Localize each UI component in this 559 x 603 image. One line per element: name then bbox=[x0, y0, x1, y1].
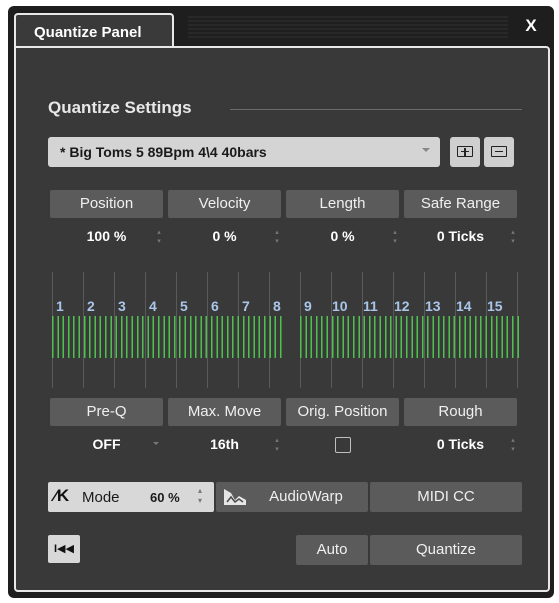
quantize-grid[interactable]: 1 2 3 4 5 6 7 8 9 10 11 12 13 14 15 bbox=[48, 272, 524, 388]
quantize-hits-left bbox=[52, 316, 284, 358]
grid-number-6: 6 bbox=[211, 298, 219, 314]
grid-number-9: 9 bbox=[304, 298, 312, 314]
grid-number-13: 13 bbox=[425, 298, 441, 314]
safe-range-value[interactable]: 0 Ticks ▴ ▾ bbox=[404, 228, 517, 248]
pre-q-dropdown[interactable]: OFF bbox=[50, 436, 163, 456]
grid-number-4: 4 bbox=[149, 298, 157, 314]
position-label: Position bbox=[50, 190, 163, 218]
orig-position-checkbox[interactable] bbox=[335, 437, 351, 453]
window-title-tab[interactable]: Quantize Panel bbox=[14, 13, 174, 49]
auto-button[interactable]: Auto bbox=[296, 535, 368, 565]
rewind-icon: I◀◀ bbox=[54, 543, 74, 555]
preset-save-icon bbox=[457, 146, 473, 157]
audiowarp-label: AudioWarp bbox=[269, 488, 343, 505]
length-label: Length bbox=[286, 190, 399, 218]
grid-number-12: 12 bbox=[394, 298, 410, 314]
grid-number-10: 10 bbox=[332, 298, 348, 314]
grid-number-1: 1 bbox=[56, 298, 64, 314]
spin-arrows-icon[interactable]: ▴ ▾ bbox=[273, 228, 281, 248]
mode-value[interactable]: 60 % bbox=[150, 490, 180, 505]
preset-delete-icon bbox=[491, 146, 507, 157]
spin-arrows-icon[interactable]: ▴ ▾ bbox=[509, 228, 517, 248]
velocity-value[interactable]: 0 % ▴ ▾ bbox=[168, 228, 281, 248]
quantize-panel: Quantize Settings * Big Toms 5 89Bpm 4\4… bbox=[14, 46, 550, 592]
rough-value-text: 0 Ticks bbox=[436, 436, 485, 452]
pre-q-value: OFF bbox=[92, 436, 121, 452]
preset-selector[interactable]: * Big Toms 5 89Bpm 4\4 40bars bbox=[48, 137, 440, 167]
max-move-label: Max. Move bbox=[168, 398, 281, 426]
title-bar: Quantize Panel X bbox=[8, 6, 554, 49]
velocity-value-text: 0 % bbox=[212, 228, 237, 244]
chevron-down-icon bbox=[422, 148, 430, 152]
iterative-mode-control[interactable]: ⁄K Mode 60 % ▴ ▾ bbox=[48, 482, 214, 512]
position-value[interactable]: 100 % ▴ ▾ bbox=[50, 228, 163, 248]
mode-label: Mode bbox=[82, 489, 120, 506]
quantize-panel-window: Quantize Panel X Quantize Settings * Big… bbox=[8, 6, 554, 598]
preset-save-button[interactable] bbox=[450, 137, 480, 167]
iterative-quantize-icon[interactable]: ⁄K bbox=[54, 486, 76, 508]
quantize-button[interactable]: Quantize bbox=[370, 535, 522, 565]
preset-value: * Big Toms 5 89Bpm 4\4 40bars bbox=[60, 144, 267, 160]
grid-number-8: 8 bbox=[273, 298, 281, 314]
safe-range-label: Safe Range bbox=[404, 190, 517, 218]
midi-cc-button[interactable]: MIDI CC bbox=[370, 482, 522, 512]
spin-arrows-icon[interactable]: ▴ ▾ bbox=[391, 228, 399, 248]
grid-number-7: 7 bbox=[242, 298, 250, 314]
grid-number-15: 15 bbox=[487, 298, 503, 314]
safe-range-value-text: 0 Ticks bbox=[436, 228, 485, 244]
title-bar-grip[interactable] bbox=[188, 16, 508, 38]
max-move-value-text: 16th bbox=[210, 436, 239, 452]
grid-number-11: 11 bbox=[363, 298, 378, 314]
spin-arrows-icon[interactable]: ▴ ▾ bbox=[273, 436, 281, 456]
audiowarp-icon bbox=[224, 489, 246, 505]
max-move-value[interactable]: 16th ▴ ▾ bbox=[168, 436, 281, 456]
grid-number-5: 5 bbox=[180, 298, 188, 314]
pre-q-label: Pre-Q bbox=[50, 398, 163, 426]
quantize-hits-right bbox=[300, 316, 522, 358]
rough-label: Rough bbox=[404, 398, 517, 426]
grid-number-2: 2 bbox=[87, 298, 95, 314]
spin-arrows-icon[interactable]: ▴ ▾ bbox=[155, 228, 163, 248]
orig-position-label: Orig. Position bbox=[286, 398, 399, 426]
length-value-text: 0 % bbox=[330, 228, 355, 244]
rewind-button[interactable]: I◀◀ bbox=[48, 535, 80, 563]
position-value-text: 100 % bbox=[86, 228, 127, 244]
grid-number-3: 3 bbox=[118, 298, 126, 314]
preset-delete-button[interactable] bbox=[484, 137, 514, 167]
velocity-label: Velocity bbox=[168, 190, 281, 218]
section-divider bbox=[230, 109, 522, 110]
section-title: Quantize Settings bbox=[48, 98, 192, 117]
spin-arrows-icon[interactable]: ▴ ▾ bbox=[509, 436, 517, 456]
rough-value[interactable]: 0 Ticks ▴ ▾ bbox=[404, 436, 517, 456]
close-button[interactable]: X bbox=[520, 15, 542, 37]
audiowarp-button[interactable]: AudioWarp bbox=[216, 482, 368, 512]
spin-arrows-icon[interactable]: ▴ ▾ bbox=[198, 486, 208, 506]
chevron-down-icon bbox=[153, 442, 159, 445]
length-value[interactable]: 0 % ▴ ▾ bbox=[286, 228, 399, 248]
grid-number-14: 14 bbox=[456, 298, 472, 314]
